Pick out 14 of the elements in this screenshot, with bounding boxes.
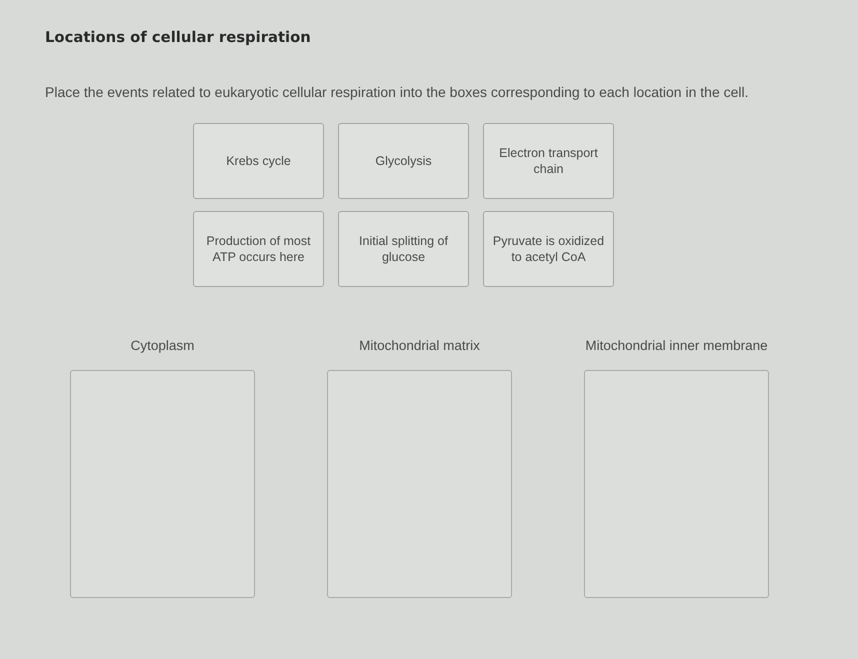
draggable-card[interactable]: Krebs cycle <box>193 123 324 199</box>
drop-zone[interactable] <box>584 370 769 598</box>
zone-label: Cytoplasm <box>130 338 194 354</box>
drop-zone[interactable] <box>70 370 255 598</box>
draggable-card[interactable]: Initial splitting of glucose <box>338 211 469 287</box>
instructions-text: Place the events related to eukaryotic cellular respiration into the boxes corresponding to each location in the cell. <box>45 83 750 101</box>
zone-label: Mitochondrial matrix <box>359 338 480 354</box>
draggable-card[interactable]: Production of most ATP occurs here <box>193 211 324 287</box>
draggable-card[interactable]: Glycolysis <box>338 123 469 199</box>
question-title: Locations of cellular respiration <box>45 28 311 48</box>
zone-label: Mitochondrial inner membrane <box>585 338 768 354</box>
drop-zone[interactable] <box>327 370 512 598</box>
draggable-card[interactable]: Pyruvate is oxidized to acetyl CoA <box>483 211 614 287</box>
draggable-card[interactable]: Electron transport chain <box>483 123 614 199</box>
